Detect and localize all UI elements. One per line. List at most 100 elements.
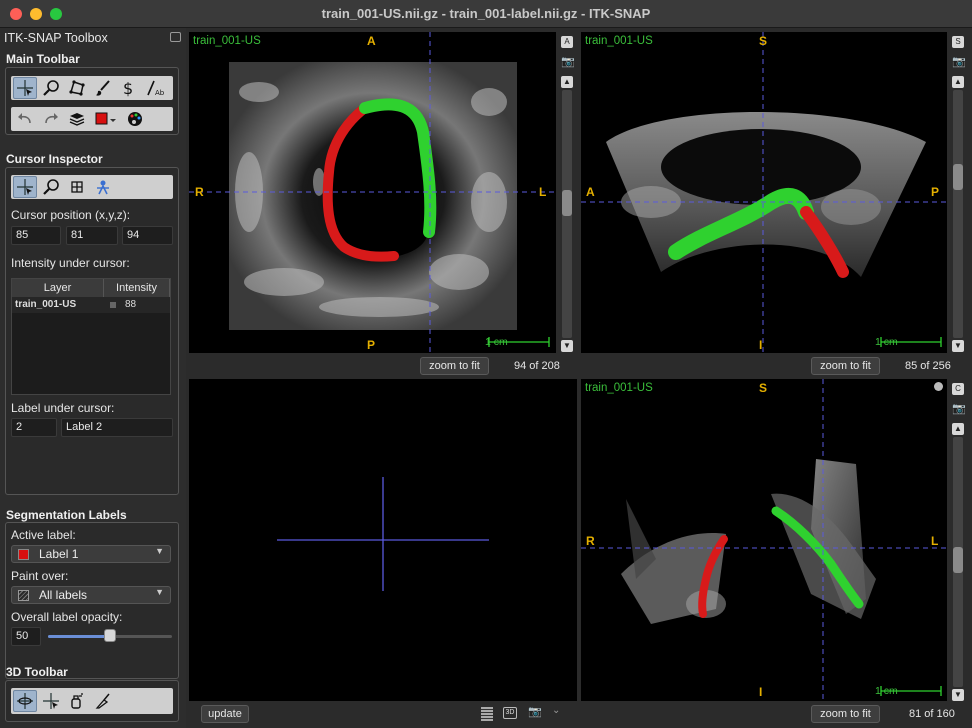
3d-rotate-icon[interactable] — [13, 690, 37, 712]
label-color-icon[interactable] — [91, 108, 121, 130]
crosshair-mode-icon[interactable] — [13, 77, 37, 99]
inspector-toolbar — [11, 175, 173, 199]
render-3d-view[interactable] — [189, 379, 577, 701]
3d-scalpel-icon[interactable] — [91, 690, 115, 712]
cursor-inspector-group: Cursor position (x,y,z): 85 81 94 Intens… — [5, 167, 179, 495]
sagittal-zoom-to-fit-button[interactable]: zoom to fit — [811, 357, 880, 375]
cursor-x-field[interactable]: 85 — [11, 226, 61, 245]
row-layer-name: train_001-US — [15, 299, 77, 310]
grid-layout-icon[interactable] — [65, 176, 89, 198]
svg-text:$: $ — [123, 79, 133, 97]
chevron-down-icon[interactable]: ⌄ — [552, 705, 560, 716]
3d-icon[interactable]: 3D — [503, 707, 517, 719]
cursor-position-label: Cursor position (x,y,z): — [11, 208, 131, 222]
segmentation-labels-group: Active label: Label 1 ▼ Paint over: All … — [5, 522, 179, 679]
window-title: train_001-US.nii.gz - train_001-label.ni… — [321, 6, 651, 21]
opacity-slider-handle[interactable] — [104, 629, 116, 642]
palette-icon[interactable] — [123, 108, 147, 130]
sagittal-sidebar: S 📷 ▲ ▼ — [950, 32, 966, 353]
label-name-field[interactable]: Label 2 — [61, 418, 173, 437]
scroll-down-button[interactable]: ▼ — [952, 340, 964, 352]
person-icon[interactable] — [91, 176, 115, 198]
scroll-up-button[interactable]: ▲ — [561, 76, 573, 88]
update-3d-button[interactable]: update — [201, 705, 249, 723]
undock-icon[interactable] — [170, 32, 181, 42]
camera-icon[interactable]: 📷 — [952, 403, 966, 415]
annotation-mode-icon[interactable]: Ab — [143, 77, 167, 99]
axial-view[interactable]: train_001-US A P R L 1 cm — [189, 32, 556, 353]
zoom-inspect-icon[interactable] — [39, 176, 63, 198]
scroll-down-button[interactable]: ▼ — [561, 340, 573, 352]
table-header-layer[interactable]: Layer — [12, 279, 104, 297]
sagittal-orient-right: P — [931, 185, 940, 199]
polygon-mode-icon[interactable] — [65, 77, 89, 99]
active-label-swatch — [18, 549, 29, 560]
sagittal-view-button[interactable]: S — [952, 36, 964, 48]
axial-zoom-to-fit-button[interactable]: zoom to fit — [420, 357, 489, 375]
sagittal-slice-thumb[interactable] — [953, 164, 963, 190]
label-id-field[interactable]: 2 — [11, 418, 57, 437]
active-label-value: Label 1 — [39, 547, 79, 561]
toolbar-3d-row — [11, 688, 173, 714]
intensity-swatch — [110, 302, 116, 308]
cursor-y-field[interactable]: 81 — [66, 226, 118, 245]
undo-icon[interactable] — [13, 108, 37, 130]
intensity-table: Layer Intensity train_001-US 88 — [11, 278, 171, 395]
opacity-slider-track[interactable] — [48, 629, 172, 642]
table-header-intensity[interactable]: Intensity — [104, 279, 170, 297]
sagittal-orient-top: S — [759, 34, 768, 48]
axial-orient-top: A — [367, 34, 376, 48]
main-toolbar-title: Main Toolbar — [6, 52, 80, 66]
layers-icon[interactable] — [65, 108, 89, 130]
main-toolbar-group: $ Ab — [5, 67, 179, 135]
scroll-up-button[interactable]: ▲ — [952, 423, 964, 435]
active-label-caption: Active label: — [11, 528, 76, 542]
opacity-value-field[interactable]: 50 — [11, 627, 41, 646]
redo-icon[interactable] — [39, 108, 63, 130]
camera-icon[interactable]: 📷 — [528, 705, 542, 718]
axial-layer-name: train_001-US — [193, 35, 261, 47]
axial-slice-counter: 94 of 208 — [514, 360, 560, 372]
opacity-caption: Overall label opacity: — [11, 610, 123, 624]
paint-over-caption: Paint over: — [11, 569, 69, 583]
camera-icon[interactable]: 📷 — [952, 56, 966, 68]
sagittal-scale-label: 1 cm — [875, 336, 898, 348]
active-label-combo[interactable]: Label 1 ▼ — [11, 545, 171, 563]
toolbox-title: ITK-SNAP Toolbox — [4, 31, 108, 45]
camera-icon[interactable]: 📷 — [561, 56, 575, 68]
segmentation-labels-title: Segmentation Labels — [6, 508, 127, 522]
3d-crosshair-icon[interactable] — [39, 690, 63, 712]
label-under-cursor-label: Label under cursor: — [11, 401, 115, 415]
crosshair-inspect-icon[interactable] — [13, 176, 37, 198]
axial-image — [189, 32, 556, 353]
coronal-view[interactable]: train_001-US S I R L 1 cm — [581, 379, 947, 701]
cursor-z-field[interactable]: 94 — [122, 226, 173, 245]
sagittal-view[interactable]: train_001-US S I A P 1 cm — [581, 32, 947, 353]
all-labels-swatch — [18, 590, 29, 601]
snake-mode-icon[interactable]: $ — [117, 77, 141, 99]
scalebar-icon[interactable] — [481, 707, 493, 721]
paint-over-value: All labels — [39, 588, 88, 602]
options-icon[interactable] — [934, 382, 943, 391]
coronal-slice-thumb[interactable] — [953, 547, 963, 573]
scroll-down-button[interactable]: ▼ — [952, 689, 964, 701]
coronal-zoom-to-fit-button[interactable]: zoom to fit — [811, 705, 880, 723]
coronal-orient-top: S — [759, 381, 768, 395]
sagittal-orient-bottom: I — [759, 338, 763, 352]
row-intensity-value: 88 — [125, 299, 137, 310]
3d-spray-icon[interactable] — [65, 690, 89, 712]
coronal-view-button[interactable]: C — [952, 383, 964, 395]
zoom-mode-icon[interactable] — [39, 77, 63, 99]
axial-orient-left: R — [195, 185, 204, 199]
paint-over-combo[interactable]: All labels ▼ — [11, 586, 171, 604]
toolbox-panel: ITK-SNAP Toolbox Main Toolbar $ Ab Curso… — [0, 28, 186, 728]
table-row[interactable]: train_001-US 88 — [12, 297, 170, 313]
axial-view-button[interactable]: A — [561, 36, 573, 48]
axial-slice-thumb[interactable] — [562, 190, 572, 216]
sagittal-orient-left: A — [586, 185, 595, 199]
cursor-inspector-title: Cursor Inspector — [6, 152, 103, 166]
paintbrush-mode-icon[interactable] — [91, 77, 115, 99]
sagittal-slice-scrollbar[interactable] — [953, 90, 963, 338]
coronal-image — [581, 379, 947, 701]
scroll-up-button[interactable]: ▲ — [952, 76, 964, 88]
